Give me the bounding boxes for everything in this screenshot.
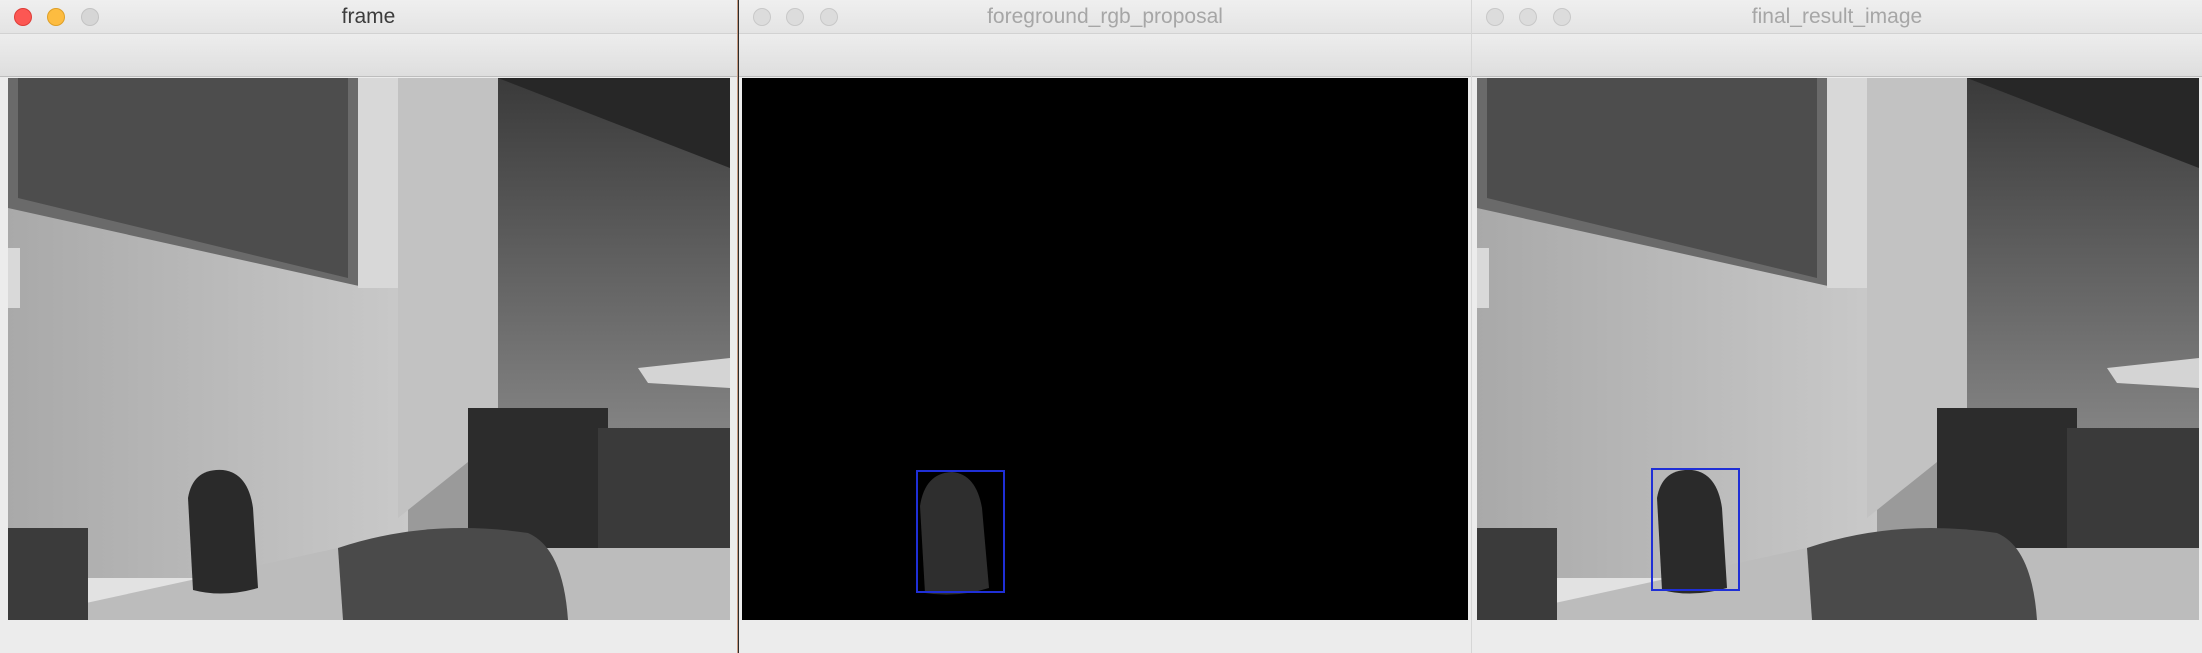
title-bar[interactable]: frame bbox=[0, 0, 737, 34]
room-scene bbox=[8, 78, 730, 620]
status-bar bbox=[739, 620, 1471, 653]
toolbar bbox=[1472, 34, 2202, 77]
window-title: final_result_image bbox=[1751, 5, 1923, 28]
window-title: foreground_rgb_proposal bbox=[987, 5, 1223, 28]
foreground-mask-image bbox=[742, 78, 1468, 620]
window-final-result-image[interactable]: final_result_image bbox=[1471, 0, 2202, 653]
toolbar bbox=[739, 34, 1471, 77]
window-title: frame bbox=[341, 5, 396, 28]
foreground-scene bbox=[742, 78, 1468, 620]
camera-frame-image bbox=[8, 78, 730, 620]
status-bar bbox=[1472, 620, 2202, 653]
status-bar bbox=[0, 620, 737, 653]
result-scene bbox=[1477, 78, 2199, 620]
window-foreground-rgb-proposal[interactable]: foreground_rgb_proposal bbox=[739, 0, 1471, 653]
toolbar bbox=[0, 34, 737, 77]
result-image bbox=[1477, 78, 2199, 620]
title-bar[interactable]: foreground_rgb_proposal bbox=[739, 0, 1471, 34]
title-bar[interactable]: final_result_image bbox=[1472, 0, 2202, 34]
window-frame[interactable]: frame bbox=[0, 0, 738, 653]
